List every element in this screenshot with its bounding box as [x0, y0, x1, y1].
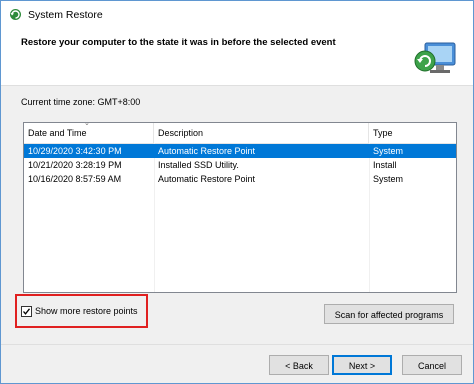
row-description: Automatic Restore Point: [158, 174, 256, 184]
sort-chevron-icon: ⌄: [84, 120, 90, 127]
column-header-date[interactable]: ⌄ Date and Time: [24, 120, 154, 143]
restore-computer-icon: [411, 31, 461, 81]
timezone-label: Current time zone: GMT+8:00: [21, 97, 141, 107]
footer-separator: [1, 344, 473, 345]
row-date: 10/21/2020 3:28:19 PM: [28, 160, 122, 170]
table-row[interactable]: 10/29/2020 3:42:30 PM Automatic Restore …: [24, 144, 456, 158]
table-row[interactable]: 10/21/2020 3:28:19 PM Installed SSD Util…: [24, 158, 456, 172]
checkmark-icon: [23, 308, 31, 315]
show-more-checkbox[interactable]: [21, 306, 32, 317]
header-band: Restore your computer to the state it wa…: [1, 29, 473, 86]
row-type: Install: [373, 160, 397, 170]
column-header-description-label: Description: [158, 128, 204, 138]
row-description: Automatic Restore Point: [158, 146, 256, 156]
title-bar: System Restore: [1, 1, 473, 29]
column-header-description[interactable]: Description: [154, 123, 369, 143]
column-header-date-label: Date and Time: [28, 128, 87, 138]
row-type: System: [373, 146, 404, 156]
list-header: ⌄ Date and Time Description Type: [24, 120, 456, 144]
system-restore-icon: [9, 8, 22, 21]
show-more-label[interactable]: Show more restore points: [35, 306, 138, 316]
next-button[interactable]: Next >: [332, 355, 392, 375]
back-button[interactable]: < Back: [269, 355, 329, 375]
row-date: 10/16/2020 8:57:59 AM: [28, 174, 122, 184]
column-header-type-label: Type: [373, 128, 393, 138]
column-header-type[interactable]: Type: [369, 123, 456, 143]
cancel-button[interactable]: Cancel: [402, 355, 462, 375]
system-restore-window: System Restore Restore your computer to …: [0, 0, 474, 384]
scan-affected-programs-button[interactable]: Scan for affected programs: [324, 304, 454, 324]
row-type: System: [373, 174, 404, 184]
row-date: 10/29/2020 3:42:30 PM: [28, 146, 122, 156]
table-row[interactable]: 10/16/2020 8:57:59 AM Automatic Restore …: [24, 172, 456, 186]
page-heading: Restore your computer to the state it wa…: [21, 37, 336, 48]
restore-points-list[interactable]: ⌄ Date and Time Description Type 10/29/2…: [23, 120, 457, 293]
row-description: Installed SSD Utility.: [158, 160, 239, 170]
window-title: System Restore: [28, 9, 103, 21]
